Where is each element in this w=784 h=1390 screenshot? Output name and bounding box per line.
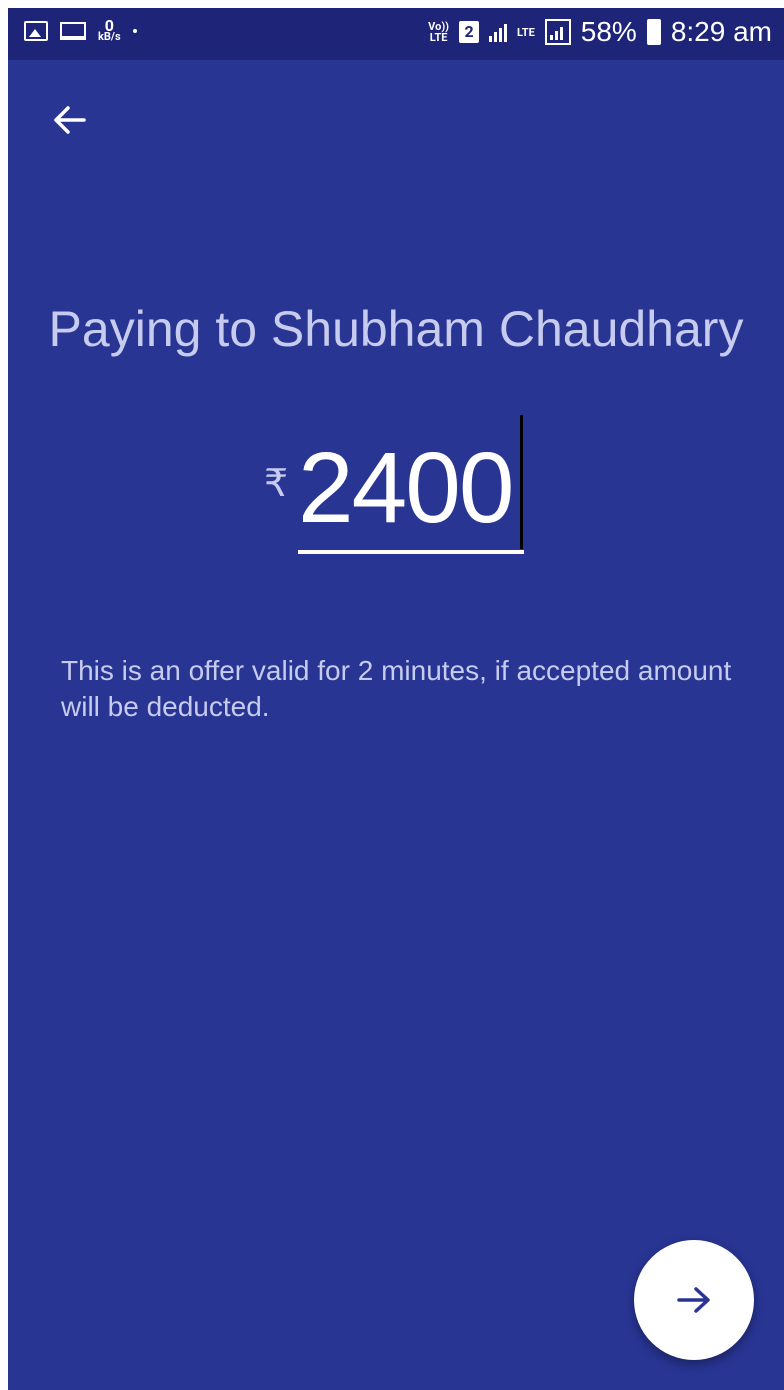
- gallery-notification-icon: [24, 21, 48, 41]
- offer-notice: This is an offer valid for 2 minutes, if…: [61, 655, 732, 722]
- amount-underline: [298, 550, 524, 554]
- status-bar: 0 kB/s Vo)) LTE 2 LTE 58% 8:29 am: [8, 8, 784, 60]
- amount-input[interactable]: 2400: [298, 428, 528, 548]
- status-bar-right: Vo)) LTE 2 LTE 58% 8:29 am: [428, 16, 772, 48]
- notification-dot-icon: [132, 29, 137, 33]
- clock: 8:29 am: [670, 16, 772, 47]
- next-button[interactable]: [634, 1240, 754, 1360]
- volte-lte-label: LTE: [429, 31, 448, 44]
- network-speed-unit: kB/s: [98, 30, 121, 43]
- status-bar-left: 0 kB/s: [24, 18, 137, 43]
- network-speed: 0 kB/s: [98, 18, 121, 43]
- back-button[interactable]: [44, 94, 96, 146]
- signal-box-icon: [544, 19, 571, 45]
- volte-indicator: Vo)) LTE: [428, 21, 449, 43]
- battery-percent: 58%: [580, 16, 637, 47]
- amount-field[interactable]: ₹ 2400: [258, 408, 538, 558]
- currency-symbol: ₹: [264, 461, 289, 505]
- lte-label: LTE: [517, 25, 535, 39]
- sim-indicator: 2: [459, 21, 480, 43]
- app-screen: 0 kB/s Vo)) LTE 2 LTE 58% 8:29 am Paying…: [8, 8, 784, 1390]
- text-caret: [520, 415, 523, 549]
- signal-strength-icon: [489, 22, 508, 42]
- laptop-notification-icon: [60, 22, 86, 40]
- arrow-left-icon: [54, 106, 86, 134]
- battery-icon: [646, 19, 661, 45]
- page-title: Paying to Shubham Chaudhary: [48, 301, 744, 357]
- arrow-right-icon: [677, 1287, 710, 1313]
